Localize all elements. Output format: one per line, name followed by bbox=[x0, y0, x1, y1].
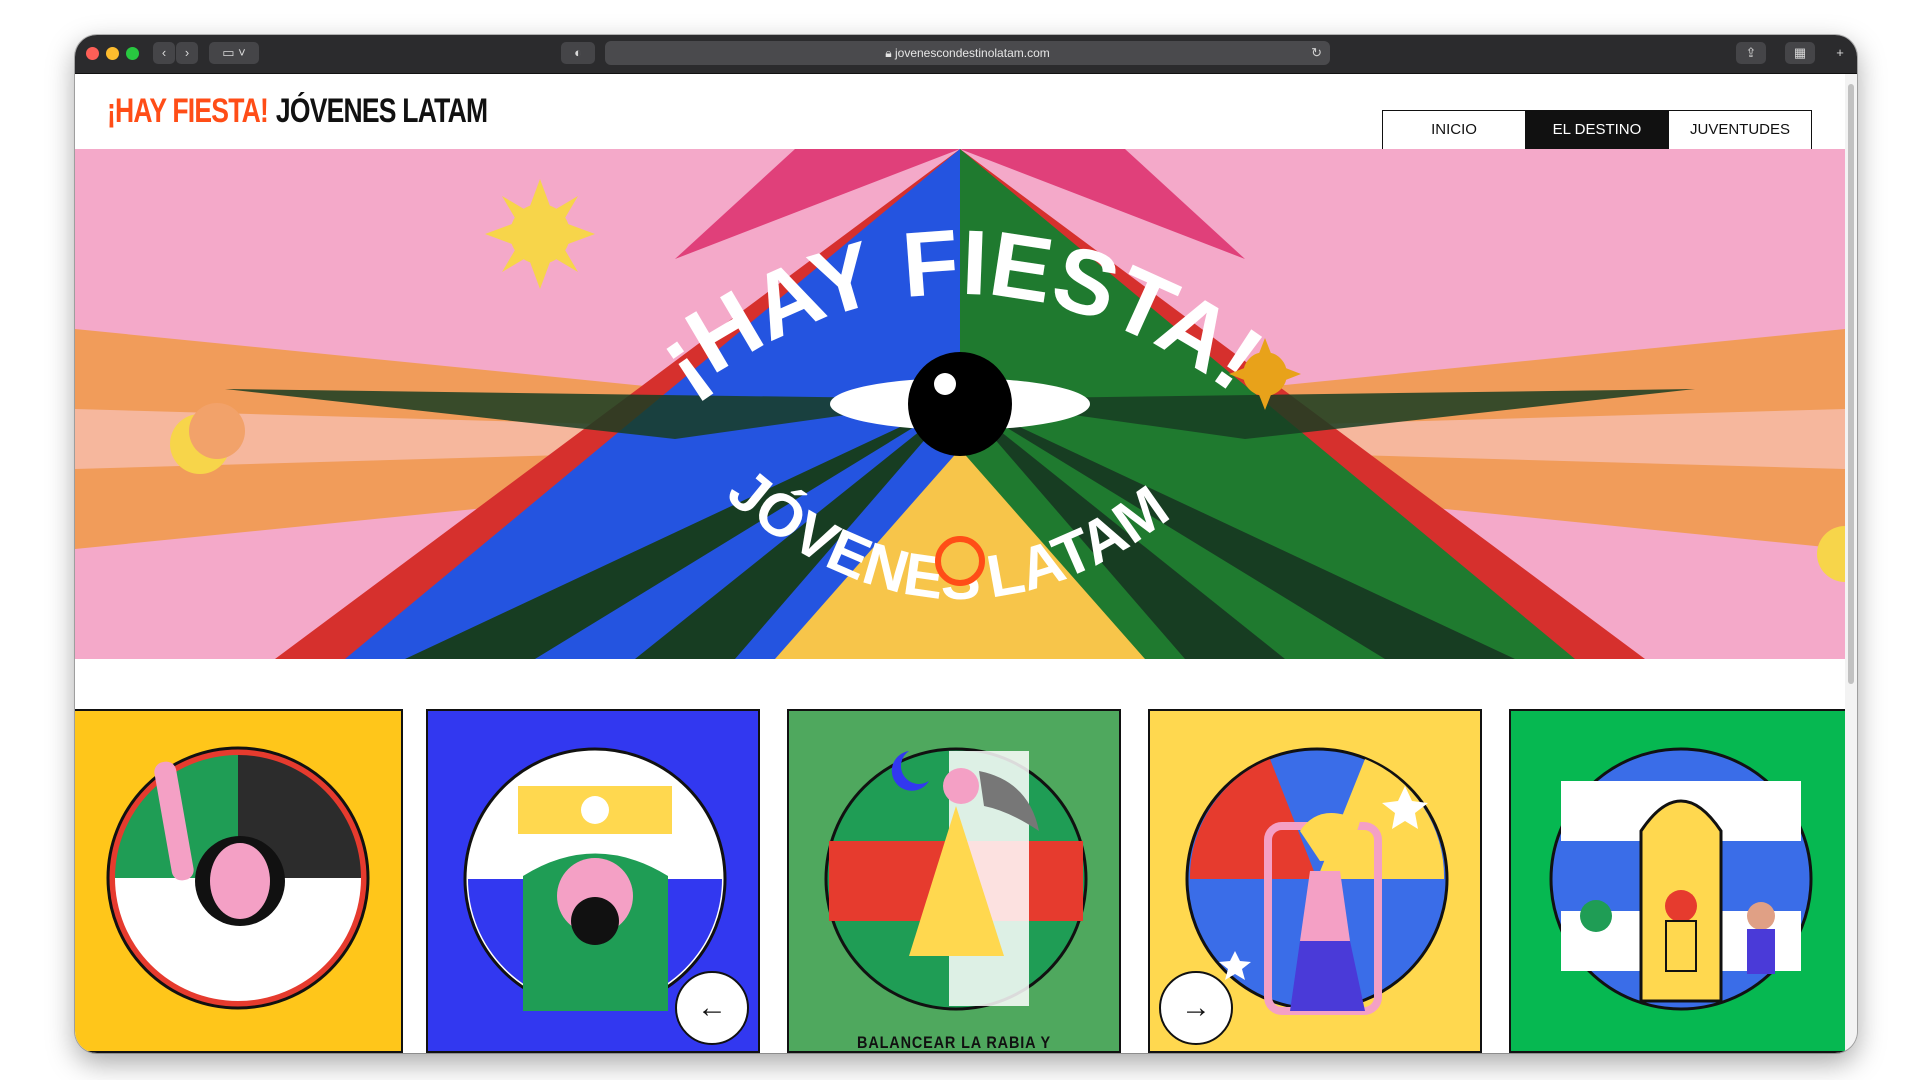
card-5-illustration bbox=[1511, 711, 1845, 1051]
sidebar-toggle-button[interactable]: ▭ ˅ bbox=[209, 42, 259, 64]
chevron-right-icon: › bbox=[184, 45, 190, 60]
scrollbar-thumb[interactable] bbox=[1848, 84, 1854, 684]
eye-highlight bbox=[934, 373, 956, 395]
address-bar[interactable]: 🔒︎ jovenescondestinolatam.com ↻ bbox=[605, 41, 1330, 65]
card-4[interactable]: → bbox=[1148, 709, 1482, 1053]
card-5[interactable] bbox=[1509, 709, 1845, 1053]
nav-inicio[interactable]: INICIO bbox=[1383, 111, 1526, 149]
lock-icon: 🔒︎ bbox=[885, 46, 892, 60]
grid-icon: ▦ bbox=[1793, 45, 1807, 60]
reload-icon[interactable]: ↻ bbox=[1311, 41, 1322, 65]
plus-icon: + bbox=[1836, 45, 1844, 60]
carousel-next-button[interactable]: → bbox=[1159, 971, 1233, 1045]
card-3[interactable]: BALANCEAR LA RABIA Y bbox=[787, 709, 1121, 1053]
new-tab-button[interactable]: + bbox=[1829, 42, 1851, 64]
shield-icon: ◐ bbox=[574, 45, 582, 60]
web-page: ¡HAY FIESTA! JÓVENES LATAM INICIO EL DEST… bbox=[75, 74, 1845, 1053]
share-button[interactable]: ⇪ bbox=[1736, 42, 1766, 64]
hero-sun-badge bbox=[935, 536, 985, 586]
arrow-left-icon: ← bbox=[697, 991, 727, 1024]
main-nav: INICIO EL DESTINO JUVENTUDES bbox=[1382, 110, 1812, 150]
card-2[interactable]: ← bbox=[426, 709, 760, 1053]
card-1[interactable] bbox=[75, 709, 403, 1053]
forward-button[interactable]: › bbox=[176, 42, 198, 64]
nav-el-destino[interactable]: EL DESTINO bbox=[1526, 111, 1669, 149]
site-logo[interactable]: ¡HAY FIESTA! JÓVENES LATAM bbox=[107, 92, 488, 131]
chevron-left-icon: ‹ bbox=[161, 45, 167, 60]
hero-banner: ¡HAY FIESTA! JÓVENES LATAM bbox=[75, 149, 1845, 659]
zoom-window-button[interactable] bbox=[126, 47, 139, 60]
logo-hay-fiesta: ¡HAY FIESTA! bbox=[107, 92, 269, 130]
minimize-window-button[interactable] bbox=[106, 47, 119, 60]
close-window-button[interactable] bbox=[86, 47, 99, 60]
nav-juventudes[interactable]: JUVENTUDES bbox=[1669, 111, 1811, 149]
card-1-illustration bbox=[75, 711, 401, 1051]
tabs-overview-button[interactable]: ▦ bbox=[1785, 42, 1815, 64]
url-text: jovenescondestinolatam.com bbox=[894, 46, 1050, 60]
card-3-illustration bbox=[789, 711, 1119, 1051]
carousel-prev-button[interactable]: ← bbox=[675, 971, 749, 1045]
back-button[interactable]: ‹ bbox=[153, 42, 175, 64]
arrow-right-icon: → bbox=[1181, 991, 1211, 1024]
carousel: ← BALANCEAR LA RABIA Y → bbox=[75, 709, 1845, 1053]
share-icon: ⇪ bbox=[1745, 45, 1757, 60]
logo-jovenes-latam: JÓVENES LATAM bbox=[275, 92, 488, 130]
card-3-caption: BALANCEAR LA RABIA Y bbox=[857, 1033, 1051, 1052]
browser-toolbar: ‹ › ▭ ˅ ◐ 🔒︎ jovenescondestinolatam.com … bbox=[75, 35, 1857, 74]
page-scrollbar[interactable] bbox=[1845, 74, 1857, 1053]
sidebar-icon: ▭ ˅ bbox=[222, 45, 246, 60]
browser-window: ‹ › ▭ ˅ ◐ 🔒︎ jovenescondestinolatam.com … bbox=[75, 35, 1857, 1053]
eye-pupil bbox=[908, 352, 1012, 456]
privacy-button[interactable]: ◐ bbox=[561, 42, 595, 64]
